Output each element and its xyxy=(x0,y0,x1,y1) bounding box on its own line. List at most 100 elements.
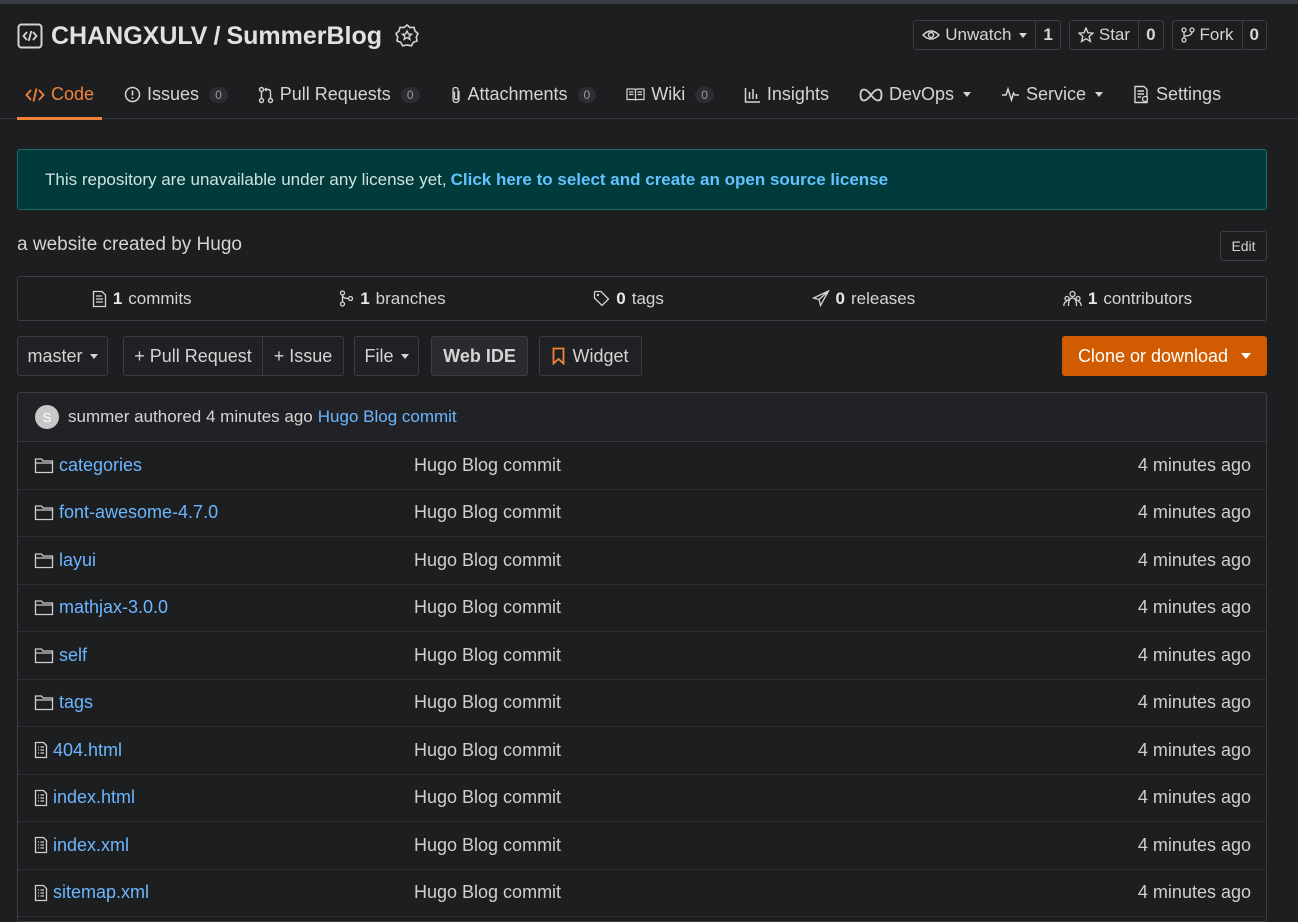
chevron-down-icon xyxy=(1095,92,1104,97)
file-icon xyxy=(34,741,48,759)
file-commit-time: 4 minutes ago xyxy=(1137,597,1251,618)
fork-button[interactable]: Fork 0 xyxy=(1171,20,1267,50)
repo-title: CHANGXULV / SummerBlog xyxy=(51,22,382,51)
file-commit-message[interactable]: Hugo Blog commit xyxy=(414,692,561,713)
folder-icon xyxy=(34,457,54,474)
file-commit-message[interactable]: Hugo Blog commit xyxy=(414,740,561,761)
file-link[interactable]: index.xml xyxy=(53,835,129,856)
table-row: categories Hugo Blog commit 4 minutes ago xyxy=(18,442,1266,490)
avatar[interactable]: S xyxy=(35,405,59,429)
file-link[interactable]: self xyxy=(59,645,87,666)
file-link[interactable]: tags xyxy=(59,692,93,713)
file-icon xyxy=(34,789,48,807)
repo-name-link[interactable]: SummerBlog xyxy=(226,22,382,50)
folder-icon xyxy=(34,647,54,664)
fork-count[interactable]: 0 xyxy=(1241,21,1266,49)
tab-attachments[interactable]: Attachments 0 xyxy=(442,71,605,119)
file-commit-message[interactable]: Hugo Blog commit xyxy=(414,550,561,571)
chevron-down-icon xyxy=(963,92,971,97)
file-commit-time: 4 minutes ago xyxy=(1137,692,1251,713)
tab-code-label: Code xyxy=(51,84,95,104)
new-pull-request-button[interactable]: + Pull Request xyxy=(123,336,263,376)
tab-wiki[interactable]: Wiki 0 xyxy=(618,71,722,119)
file-commit-time: 4 minutes ago xyxy=(1137,882,1251,903)
license-link[interactable]: Click here to select and create an open … xyxy=(451,170,888,190)
file-commit-message[interactable]: Hugo Blog commit xyxy=(414,645,561,666)
last-commit-bar: S summer authored 4 minutes ago Hugo Blo… xyxy=(18,393,1266,442)
commit-message-link[interactable]: Hugo Blog commit xyxy=(318,407,457,427)
repo-owner-link[interactable]: CHANGXULV xyxy=(51,22,207,50)
table-row: mathjax-3.0.0 Hugo Blog commit 4 minutes a… xyxy=(18,585,1266,632)
file-menu-label: File xyxy=(364,345,394,366)
commit-author[interactable]: summer xyxy=(68,407,129,427)
clone-download-button[interactable]: Clone or download xyxy=(1062,336,1267,376)
star-count[interactable]: 0 xyxy=(1138,21,1162,49)
file-commit-message[interactable]: Hugo Blog commit xyxy=(414,455,561,476)
bookmark-icon xyxy=(552,347,565,365)
file-commit-time: 4 minutes ago xyxy=(1137,787,1251,808)
paperclip-icon xyxy=(450,86,462,104)
tab-wiki-count: 0 xyxy=(695,86,714,103)
file-commit-message[interactable]: Hugo Blog commit xyxy=(414,882,561,903)
file-icon xyxy=(34,836,48,854)
file-icon xyxy=(34,884,48,902)
file-name-cell: self xyxy=(34,645,87,666)
file-menu-button[interactable]: File xyxy=(354,336,419,376)
file-commit-time: 4 minutes ago xyxy=(1137,739,1251,760)
stat-tags-count: 0 xyxy=(616,288,626,308)
file-commit-message[interactable]: Hugo Blog commit xyxy=(414,835,561,856)
license-banner: This repository are unavailable under an… xyxy=(17,149,1267,210)
file-commit-message[interactable]: Hugo Blog commit xyxy=(414,787,561,808)
stat-commits[interactable]: 1 commits xyxy=(92,289,192,309)
stat-tags[interactable]: 0 tags xyxy=(593,289,664,309)
tab-pull-requests[interactable]: Pull Requests 0 xyxy=(250,71,428,119)
tab-service[interactable]: Service xyxy=(993,71,1111,119)
web-ide-button[interactable]: Web IDE xyxy=(431,336,528,376)
file-link[interactable]: mathjax-3.0.0 xyxy=(59,597,168,618)
file-commit-time: 4 minutes ago xyxy=(1137,502,1251,523)
new-issue-button[interactable]: + Issue xyxy=(262,336,344,376)
file-link[interactable]: font-awesome-4.7.0 xyxy=(59,502,218,523)
watch-count[interactable]: 1 xyxy=(1035,21,1059,49)
star-button[interactable]: Star 0 xyxy=(1068,20,1164,50)
code-icon xyxy=(25,87,45,103)
file-commit-time: 4 minutes ago xyxy=(1137,549,1251,570)
tab-insights-label: Insights xyxy=(766,84,829,104)
award-badge-icon[interactable] xyxy=(394,23,420,49)
tab-attachments-count: 0 xyxy=(577,86,597,103)
chevron-down-icon xyxy=(89,353,98,359)
tab-code[interactable]: Code xyxy=(17,71,103,120)
tab-issues[interactable]: Issues 0 xyxy=(116,71,236,119)
file-link[interactable]: layui xyxy=(59,550,96,571)
eye-icon xyxy=(922,28,941,42)
star-icon xyxy=(1077,27,1094,43)
tab-devops-label: DevOps xyxy=(888,84,954,104)
contributors-icon xyxy=(1063,290,1082,307)
tab-settings[interactable]: Settings xyxy=(1125,71,1229,119)
folder-icon xyxy=(34,694,54,711)
stat-commits-label: commits xyxy=(128,288,192,308)
file-commit-message[interactable]: Hugo Blog commit xyxy=(414,502,561,523)
watch-button[interactable]: Unwatch 1 xyxy=(913,20,1061,50)
file-link[interactable]: categories xyxy=(59,455,142,476)
widget-button[interactable]: Widget xyxy=(539,336,642,376)
stat-contributors[interactable]: 1 contributors xyxy=(1063,289,1192,309)
branch-select[interactable]: master xyxy=(17,336,108,376)
file-link[interactable]: index.html xyxy=(53,787,135,808)
table-row: index.xml Hugo Blog commit 4 minutes ago xyxy=(18,822,1266,870)
stat-branches[interactable]: 1 branches xyxy=(339,289,446,309)
stat-releases-label: releases xyxy=(850,288,916,308)
stat-releases[interactable]: 0 releases xyxy=(811,288,916,309)
pull-request-icon xyxy=(258,86,274,104)
window-top-border xyxy=(0,0,1298,4)
chevron-down-icon xyxy=(1019,32,1028,38)
folder-icon xyxy=(34,599,54,616)
file-commit-message[interactable]: Hugo Blog commit xyxy=(414,597,561,618)
tab-insights[interactable]: Insights xyxy=(736,71,837,119)
file-link[interactable]: sitemap.xml xyxy=(53,882,149,903)
tab-pull-requests-count: 0 xyxy=(400,86,420,103)
table-row: tags Hugo Blog commit 4 minutes ago xyxy=(18,680,1266,727)
file-link[interactable]: 404.html xyxy=(53,740,122,761)
tab-devops[interactable]: DevOps xyxy=(851,71,979,119)
edit-description-button[interactable]: Edit xyxy=(1220,231,1267,261)
